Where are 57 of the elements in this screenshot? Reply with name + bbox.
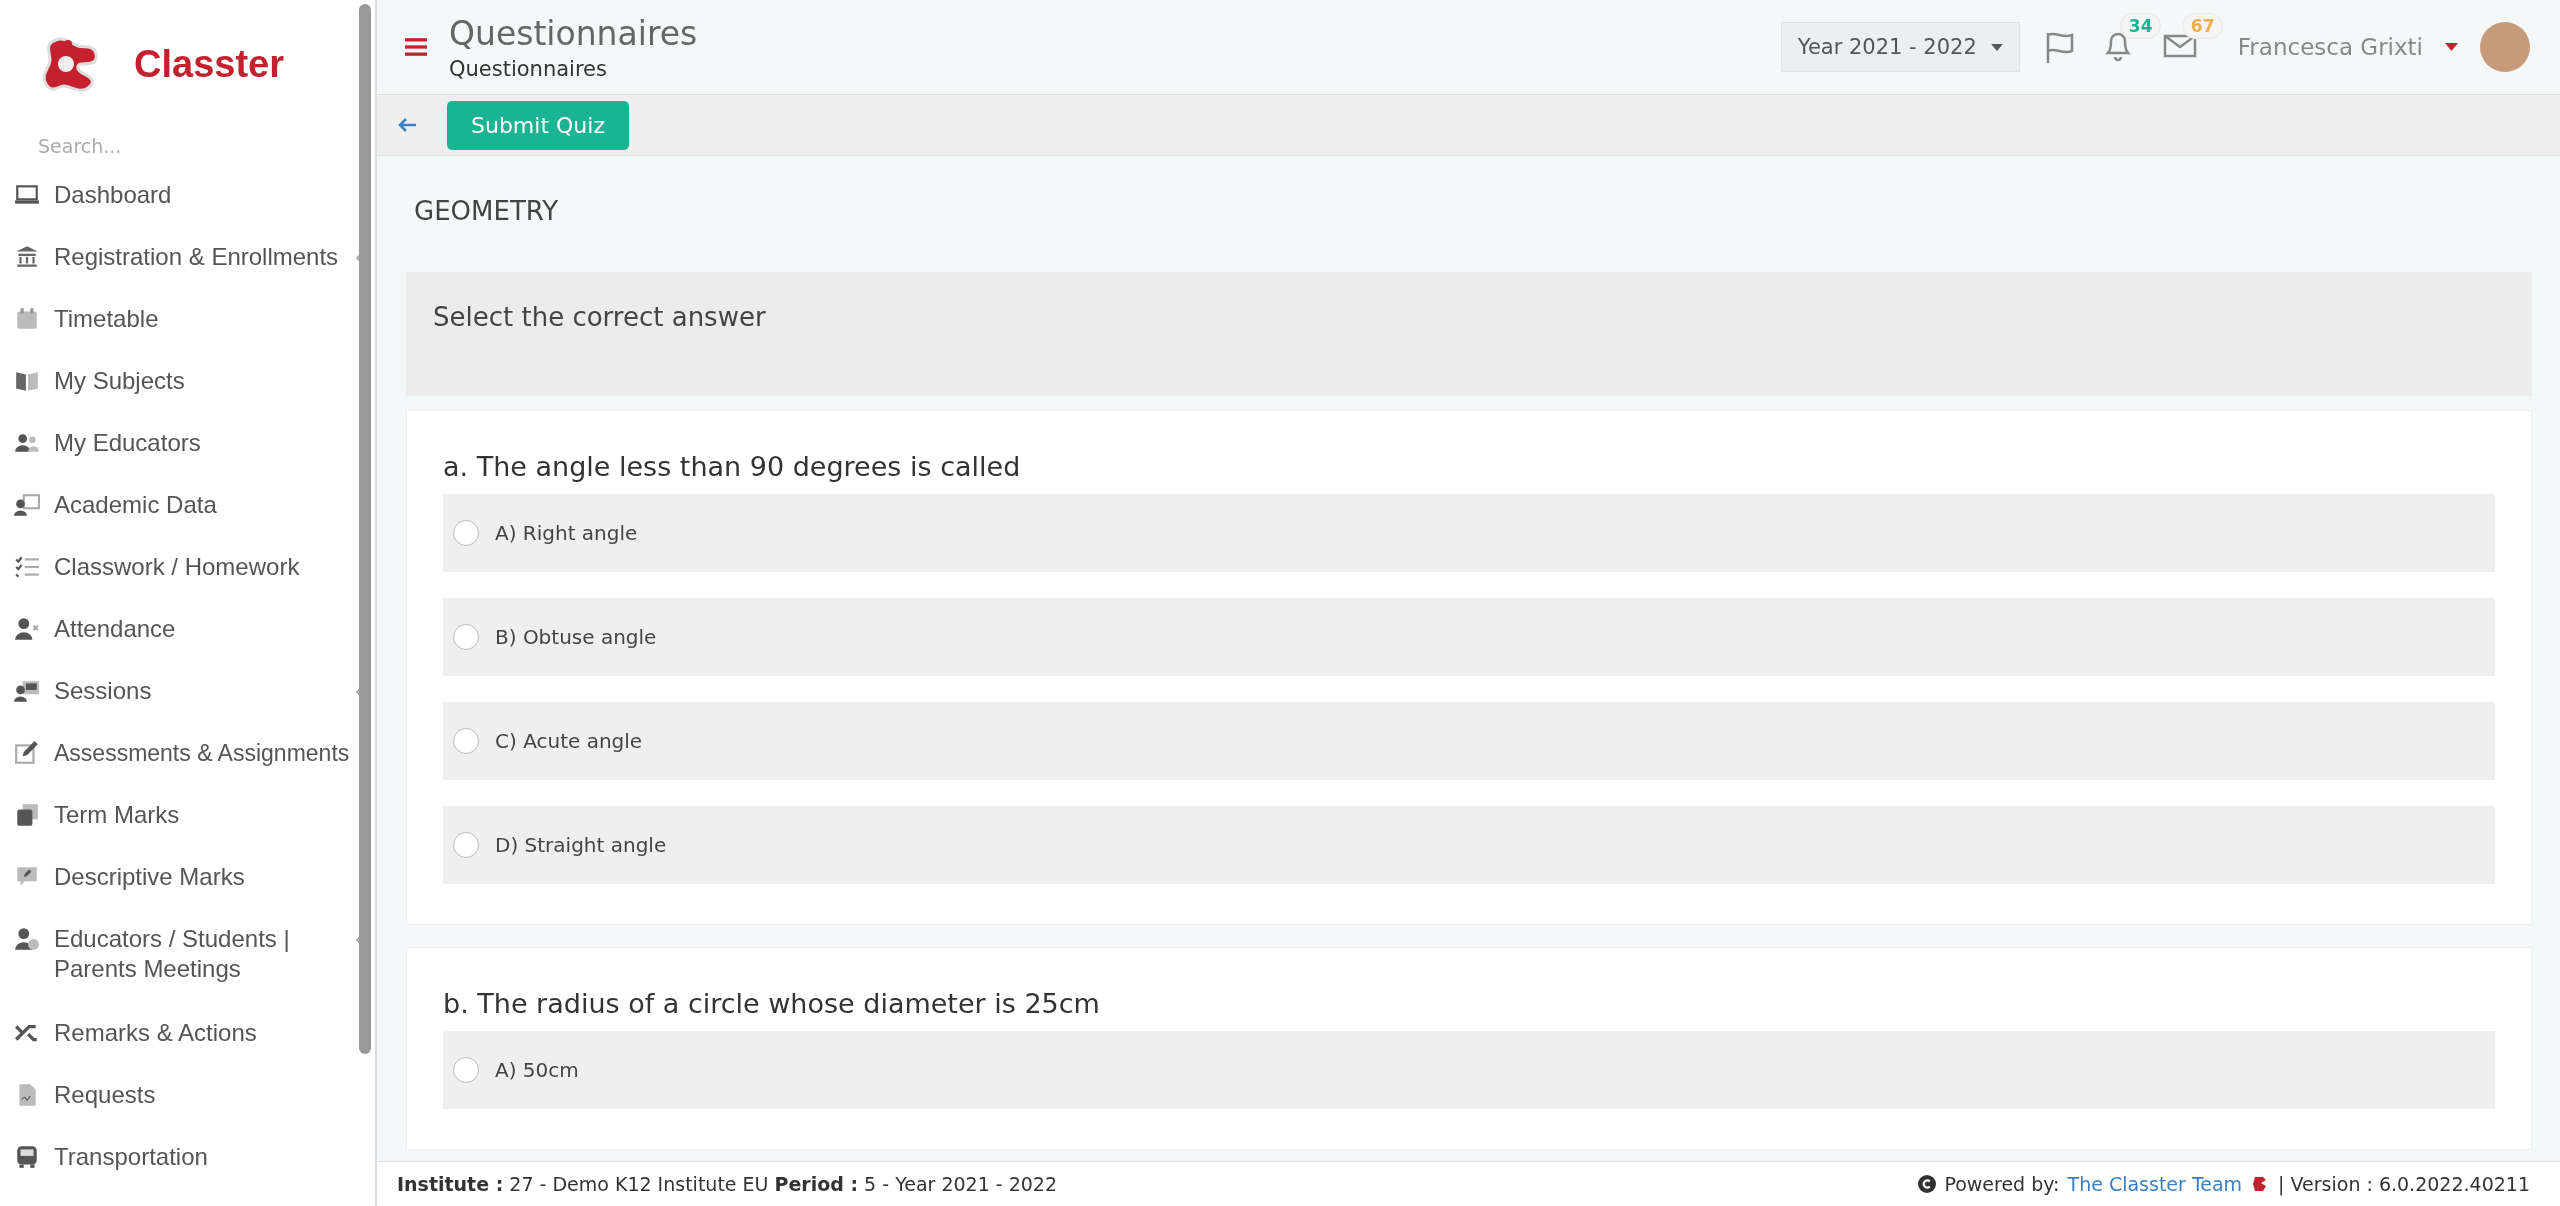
- answer-option[interactable]: A) 50cm: [443, 1031, 2495, 1109]
- user-clock-icon: [14, 926, 40, 952]
- version-text: | Version : 6.0.2022.40211: [2278, 1173, 2530, 1195]
- answer-option[interactable]: B) Obtuse angle: [443, 598, 2495, 676]
- question-text: b. The radius of a circle whose diameter is 25cm: [443, 988, 1101, 1019]
- sidebar-item[interactable]: Dashboard: [0, 180, 375, 242]
- back-arrow-icon[interactable]: [397, 117, 417, 133]
- sidebar-item[interactable]: Timetable: [0, 304, 375, 366]
- chart-board-icon: [14, 492, 40, 518]
- answer-option[interactable]: A) Right angle: [443, 494, 2495, 572]
- sidebar-item[interactable]: Remarks & Actions: [0, 1018, 375, 1080]
- sidebar-item[interactable]: Educators / Students | Parents Meetings: [0, 924, 375, 1018]
- subject-heading: GEOMETRY: [414, 196, 560, 228]
- sidebar-item[interactable]: Transportation: [0, 1142, 375, 1204]
- sidebar-item[interactable]: Academic Data: [0, 490, 375, 552]
- instruction-text: Select the correct answer: [433, 302, 766, 332]
- answer-option[interactable]: C) Acute angle: [443, 702, 2495, 780]
- answer-option[interactable]: D) Straight angle: [443, 806, 2495, 884]
- sidebar-item[interactable]: My Educators: [0, 428, 375, 490]
- page-title: Questionnaires: [449, 13, 698, 53]
- search-field[interactable]: Search...: [36, 134, 320, 158]
- powered-by-text: Powered by:: [1944, 1173, 2060, 1195]
- brand-name: Classter: [134, 42, 284, 86]
- sidebar-item[interactable]: My Subjects: [0, 366, 375, 428]
- count-badge: 67: [2181, 13, 2224, 39]
- caret-icon[interactable]: [2445, 43, 2458, 51]
- edit-icon: [14, 740, 40, 766]
- presentation-icon: [14, 678, 40, 704]
- sidebar-item[interactable]: Term Marks: [0, 800, 375, 862]
- cards-icon: [14, 802, 40, 828]
- sidebar-item[interactable]: Descriptive Marks: [0, 862, 375, 924]
- calendar-icon: [14, 306, 40, 332]
- sidebar-item[interactable]: Assessments & Assignments: [0, 738, 375, 800]
- count-badge: 34: [2119, 13, 2162, 39]
- radio-button[interactable]: [453, 832, 479, 858]
- copyright-icon: [1918, 1175, 1937, 1193]
- radio-button[interactable]: [453, 624, 479, 650]
- sidebar-item[interactable]: Requests: [0, 1080, 375, 1142]
- sidebar-item[interactable]: Classwork / Homework: [0, 552, 375, 614]
- team-link[interactable]: The Classter Team: [2067, 1173, 2243, 1195]
- radio-button[interactable]: [453, 728, 479, 754]
- scrollbar[interactable]: [359, 4, 371, 1054]
- breadcrumb: Questionnaires: [449, 56, 608, 81]
- sidebar-item[interactable]: Attendance: [0, 614, 375, 676]
- user-x-icon: [14, 616, 40, 642]
- bank-icon: [14, 244, 40, 270]
- checklist-icon: [14, 554, 40, 580]
- question-text: a. The angle less than 90 degrees is called: [443, 451, 1022, 482]
- radio-button[interactable]: [453, 1057, 479, 1083]
- menu-icon[interactable]: [405, 38, 427, 56]
- year-dropdown[interactable]: Year 2021 - 2022: [1780, 22, 2020, 72]
- sidebar-item[interactable]: Registration & Enrollments: [0, 242, 375, 304]
- bus-icon: [14, 1144, 40, 1170]
- avatar[interactable]: [2480, 22, 2530, 72]
- caret-icon: [1990, 43, 2003, 51]
- radio-button[interactable]: [453, 520, 479, 546]
- institute-info: Institute : 27 - Demo K12 Institute EU Period : 5 - Year 2021 - 2022: [397, 1173, 1058, 1195]
